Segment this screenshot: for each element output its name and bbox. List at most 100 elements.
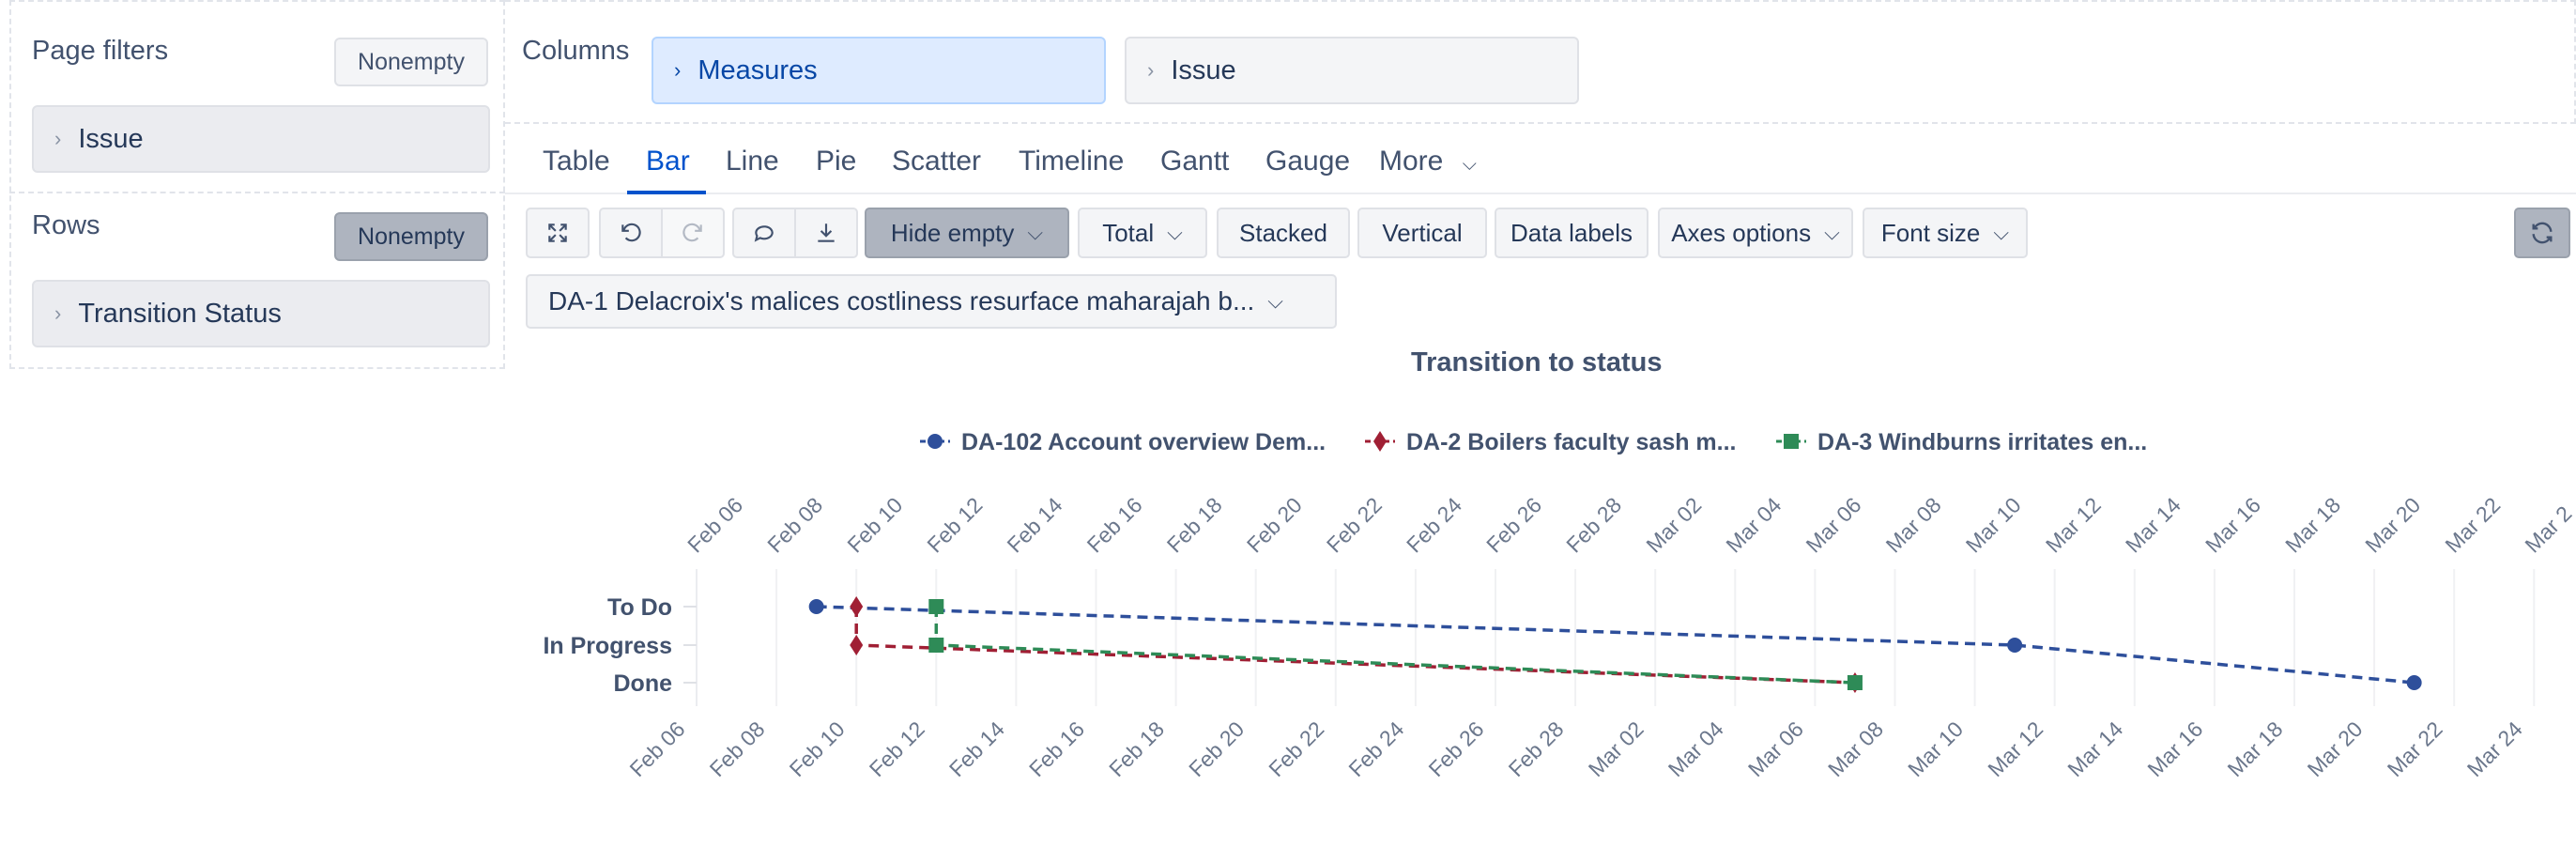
x-bottom-tick-label: Feb 14 — [944, 716, 1009, 781]
data-point — [2406, 675, 2422, 690]
expand-icon — [548, 223, 567, 242]
hide-empty-label: Hide empty — [890, 218, 1015, 247]
axes-options-label: Axes options — [1671, 218, 1812, 247]
x-bottom-tick-label: Mar 14 — [2062, 716, 2127, 781]
x-bottom-tick-label: Mar 24 — [2462, 716, 2527, 781]
tab-scatter[interactable]: Scatter — [892, 146, 981, 177]
series-3 — [928, 599, 1863, 690]
x-bottom-tick-label: Feb 26 — [1424, 716, 1489, 781]
data-point — [850, 596, 864, 617]
comment-button[interactable] — [732, 208, 796, 258]
axes-options-dropdown[interactable]: Axes options ⌵ — [1658, 208, 1853, 258]
data-point — [1848, 672, 1862, 693]
tab-line[interactable]: Line — [726, 146, 779, 177]
rows-nonempty-button[interactable]: Nonempty — [334, 212, 488, 261]
redo-button[interactable] — [663, 208, 725, 258]
x-top-tick-label: Mar 02 — [1641, 493, 1706, 558]
issue-selector-dropdown[interactable]: DA-1 Delacroix's malices costliness resu… — [526, 274, 1337, 329]
columns-measures[interactable]: › Measures — [652, 37, 1106, 104]
chart-series — [808, 596, 2422, 693]
vertical-toggle[interactable]: Vertical — [1357, 208, 1487, 258]
x-top-tick-label: Feb 28 — [1561, 493, 1626, 558]
tab-divider — [505, 192, 2576, 194]
rows-transition-status-label: Transition Status — [78, 298, 282, 329]
x-top-tick-label: Mar 2 — [2520, 501, 2576, 558]
chart-title: Transition to status — [1411, 347, 1663, 377]
redo-icon — [682, 223, 702, 242]
font-size-label: Font size — [1880, 218, 1981, 247]
x-bottom-tick-label: Mar 12 — [1983, 716, 2047, 781]
tab-pie[interactable]: Pie — [816, 146, 856, 177]
chevron-right-icon: › — [674, 58, 682, 82]
data-labels-toggle[interactable]: Data labels — [1495, 208, 1648, 258]
rows-transition-status[interactable]: › Transition Status — [32, 280, 490, 347]
data-point — [1847, 675, 1863, 690]
x-bottom-tick-label: Feb 18 — [1104, 716, 1169, 781]
tab-bar[interactable]: Bar — [646, 146, 690, 177]
left-panel-divider — [9, 192, 505, 193]
data-point — [928, 638, 944, 653]
chevron-down-icon: ⌵ — [1462, 154, 1477, 175]
x-bottom-tick-label: Feb 10 — [785, 716, 850, 781]
left-panel: Page filters Nonempty › Issue Rows Nonem… — [9, 0, 505, 369]
x-top-tick-label: Feb 06 — [682, 493, 747, 558]
chevron-down-icon: ⌵ — [1027, 221, 1044, 244]
fullscreen-button[interactable] — [526, 208, 590, 258]
total-dropdown[interactable]: Total ⌵ — [1078, 208, 1207, 258]
columns-issue[interactable]: › Issue — [1125, 37, 1579, 104]
x-bottom-tick-label: Mar 02 — [1584, 716, 1648, 781]
page-filters-nonempty-button[interactable]: Nonempty — [334, 38, 488, 86]
total-label: Total — [1102, 218, 1155, 247]
hide-empty-dropdown[interactable]: Hide empty ⌵ — [865, 208, 1069, 258]
legend-swatch-marker — [1784, 434, 1799, 449]
chart-grid — [696, 569, 2536, 706]
font-size-dropdown[interactable]: Font size ⌵ — [1863, 208, 2028, 258]
y-tick-label: To Do — [607, 594, 672, 621]
x-top-tick-label: Mar 22 — [2440, 493, 2505, 558]
page-filter-issue-label: Issue — [78, 123, 144, 154]
tab-timeline[interactable]: Timeline — [1019, 146, 1124, 177]
chevron-right-icon: › — [54, 301, 62, 325]
x-top-tick-label: Feb 16 — [1082, 493, 1147, 558]
legend-label: DA-2 Boilers faculty sash m... — [1406, 429, 1737, 455]
x-top-tick-label: Mar 20 — [2360, 493, 2425, 558]
x-bottom-tick-label: Mar 22 — [2383, 716, 2447, 781]
legend-swatch-marker — [928, 434, 943, 449]
x-top-tick-label: Feb 26 — [1481, 493, 1546, 558]
undo-icon — [621, 223, 641, 242]
tab-gauge[interactable]: Gauge — [1265, 146, 1350, 177]
tab-table[interactable]: Table — [543, 146, 610, 177]
tab-more-label: More — [1379, 146, 1444, 177]
x-top-tick-label: Mar 08 — [1881, 493, 1946, 558]
stacked-toggle[interactable]: Stacked — [1217, 208, 1350, 258]
chevron-right-icon: › — [1147, 58, 1155, 82]
x-bottom-tick-label: Mar 04 — [1664, 716, 1728, 781]
x-top-tick-label: Mar 10 — [1961, 493, 2026, 558]
issue-selector-label: DA-1 Delacroix's malices costliness resu… — [548, 286, 1255, 316]
x-top-tick-label: Feb 10 — [842, 493, 907, 558]
columns-title: Columns — [522, 36, 630, 66]
page-filter-issue[interactable]: › Issue — [32, 105, 490, 173]
x-axis-top: Feb 06 Feb 08 Feb 10 Feb 12 Feb 14 Feb 16 Feb … — [682, 492, 2576, 557]
series-line — [854, 607, 1856, 685]
x-bottom-tick-label: Mar 10 — [1903, 716, 1968, 781]
columns-issue-label: Issue — [1171, 54, 1236, 85]
x-bottom-tick-label: Feb 20 — [1184, 716, 1249, 781]
x-bottom-tick-label: Feb 12 — [865, 716, 929, 781]
refresh-button[interactable] — [2514, 208, 2570, 258]
x-top-tick-label: Mar 18 — [2280, 493, 2345, 558]
undo-button[interactable] — [599, 208, 663, 258]
x-bottom-tick-label: Feb 16 — [1024, 716, 1089, 781]
tab-more[interactable]: More ⌵ — [1379, 146, 1477, 177]
download-button[interactable] — [796, 208, 858, 258]
page-filters-title: Page filters — [32, 36, 169, 66]
legend-swatch-marker — [1373, 431, 1387, 452]
x-top-tick-label: Feb 24 — [1402, 492, 1466, 557]
chevron-right-icon: › — [54, 127, 62, 150]
x-bottom-tick-label: Feb 08 — [705, 716, 770, 781]
x-bottom-tick-label: Mar 20 — [2303, 716, 2368, 781]
legend-label: DA-3 Windburns irritates en... — [1817, 429, 2147, 455]
chevron-down-icon: ⌵ — [1993, 221, 2010, 244]
series-2 — [850, 596, 1862, 693]
tab-gantt[interactable]: Gantt — [1160, 146, 1229, 177]
